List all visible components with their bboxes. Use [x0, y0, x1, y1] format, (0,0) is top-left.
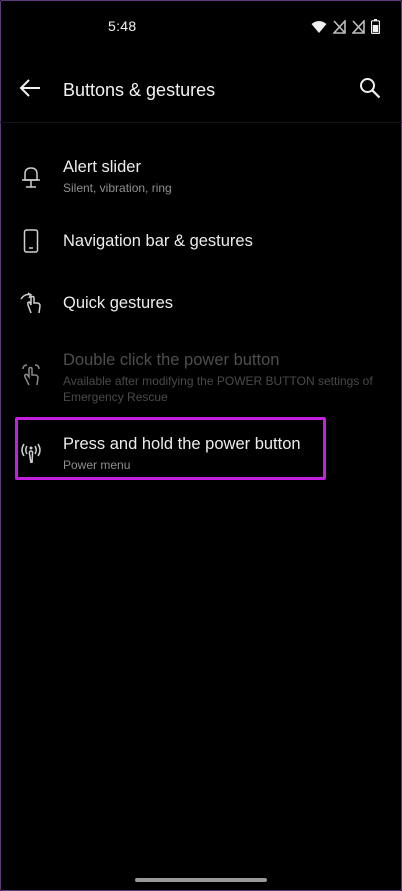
- setting-item-quick-gestures[interactable]: Quick gestures: [0, 284, 402, 324]
- gesture-hand-icon: [18, 290, 44, 316]
- back-button[interactable]: [16, 76, 44, 104]
- no-signal-icon: [351, 18, 365, 39]
- setting-title: Quick gestures: [63, 294, 174, 312]
- setting-item-navigation-bar[interactable]: Navigation bar & gestures: [0, 222, 402, 262]
- arrow-left-icon: [19, 78, 41, 102]
- search-button[interactable]: [356, 76, 384, 104]
- no-signal-icon: [332, 18, 346, 39]
- status-icons: [311, 18, 381, 39]
- status-time: 5:48: [108, 18, 137, 34]
- gesture-nav-handle[interactable]: [135, 878, 267, 882]
- setting-item-double-click-power: Double click the power button Available …: [0, 340, 402, 404]
- setting-subtitle: Silent, vibration, ring: [63, 181, 172, 195]
- battery-icon: [370, 19, 381, 39]
- setting-subtitle: Power menu: [63, 458, 131, 472]
- search-icon: [358, 76, 382, 105]
- page-title: Buttons & gestures: [63, 80, 216, 100]
- wifi-icon: [311, 20, 327, 39]
- phone-icon: [18, 228, 44, 254]
- app-bar: Buttons & gestures: [0, 60, 402, 123]
- setting-item-press-hold-power[interactable]: Press and hold the power button Power me…: [0, 424, 402, 472]
- press-hold-icon: [18, 439, 44, 465]
- setting-title: Double click the power button: [63, 351, 280, 369]
- setting-subtitle: Available after modifying the POWER BUTT…: [63, 374, 373, 404]
- status-bar: 5:48: [0, 0, 402, 56]
- double-tap-icon: [18, 362, 44, 388]
- setting-title: Alert slider: [63, 158, 141, 176]
- setting-item-alert-slider[interactable]: Alert slider Silent, vibration, ring: [0, 150, 402, 206]
- setting-title: Press and hold the power button: [63, 435, 301, 453]
- setting-title: Navigation bar & gestures: [63, 232, 253, 250]
- bell-slider-icon: [18, 164, 44, 190]
